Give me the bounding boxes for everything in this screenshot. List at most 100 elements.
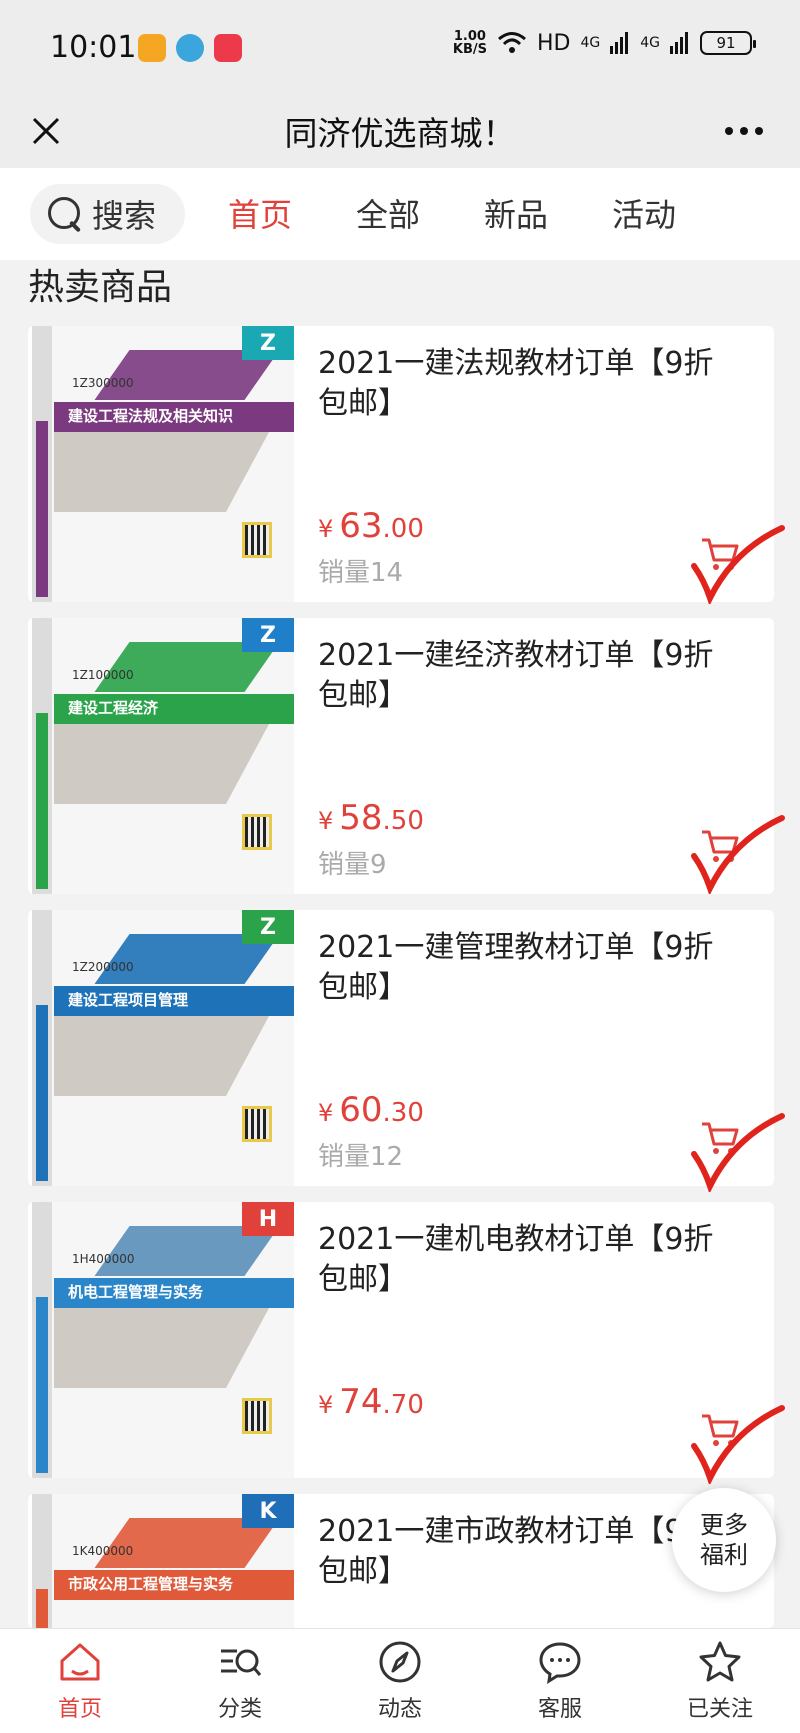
network-speed: 1.00 KB/S: [453, 30, 487, 56]
bottom-nav-label: 已关注: [686, 1697, 753, 1722]
section-title: 热卖商品: [28, 267, 173, 308]
bottom-nav-home[interactable]: 首页: [25, 1639, 135, 1723]
cover-spine-band: [36, 1297, 48, 1473]
product-cover[interactable]: H 1H400000 机电工程管理与实务: [32, 1202, 294, 1478]
product-card[interactable]: Z 1Z100000 建设工程经济 2021一建经济教材订单【9折包邮】 ¥58…: [28, 618, 774, 894]
tab-all[interactable]: 全部: [356, 190, 420, 236]
signal-icon: [610, 32, 629, 54]
product-card[interactable]: Z 1Z200000 建设工程项目管理 2021一建管理教材订单【9折包邮】 ¥…: [28, 910, 774, 1186]
cover-code: 1Z300000: [72, 376, 134, 390]
status-time: 10:01: [50, 30, 137, 65]
xiaohongshu-icon: [214, 34, 242, 62]
product-card[interactable]: H 1H400000 机电工程管理与实务 2021一建机电教材订单【9折包邮】 …: [28, 1202, 774, 1478]
cover-spine-band: [36, 1589, 48, 1628]
star-icon: [699, 1641, 741, 1682]
price-decimal: .70: [382, 1390, 424, 1420]
cover-letter: K: [242, 1494, 294, 1528]
home-icon: [60, 1643, 100, 1681]
price-decimal: .30: [382, 1098, 424, 1128]
tab-new[interactable]: 新品: [484, 190, 548, 236]
bottom-nav: 首页 分类 动态 客服 已关注: [0, 1628, 800, 1733]
bottom-nav-following[interactable]: 已关注: [665, 1639, 775, 1723]
product-cover[interactable]: Z 1Z300000 建设工程法规及相关知识: [32, 326, 294, 602]
check-mark-icon: [691, 1405, 785, 1484]
bottom-nav-label: 分类: [217, 1697, 262, 1722]
cover-title: 建设工程经济: [68, 699, 159, 717]
top-nav: 搜索 首页 全部 新品 活动: [0, 168, 800, 260]
search-button[interactable]: 搜索: [30, 184, 185, 244]
wifi-icon: [498, 32, 526, 53]
cover-spine-band: [36, 713, 48, 889]
price-decimal: .50: [382, 806, 424, 836]
more-benefits-line2: 福利: [700, 1541, 748, 1569]
product-price: ¥63.00: [318, 506, 424, 546]
more-button[interactable]: [714, 107, 774, 155]
qr-code: [242, 522, 272, 558]
product-name[interactable]: 2021一建市政教材订单【9折包邮】: [318, 1512, 718, 1592]
product-name[interactable]: 2021一建机电教材订单【9折包邮】: [318, 1220, 718, 1300]
cover-letter: Z: [242, 910, 294, 944]
cover-shape: [54, 1308, 269, 1388]
cover-title: 市政公用工程管理与实务: [68, 1575, 234, 1593]
more-benefits-line1: 更多: [700, 1511, 748, 1539]
product-sales: 销量14: [318, 558, 404, 588]
cover-letter: Z: [242, 326, 294, 360]
bottom-nav-category[interactable]: 分类: [185, 1639, 295, 1723]
signal-label-1: 4G: [580, 35, 601, 51]
product-name[interactable]: 2021一建经济教材订单【9折包邮】: [318, 636, 718, 716]
tab-home[interactable]: 首页: [228, 190, 292, 236]
currency-symbol: ¥: [318, 515, 334, 543]
compass-icon: [379, 1641, 421, 1683]
cover-code: 1Z200000: [72, 960, 134, 974]
price-decimal: .00: [382, 514, 424, 544]
price-integer: 63: [339, 506, 383, 546]
title-bar: 同济优选商城！: [0, 95, 800, 168]
price-integer: 74: [339, 1382, 383, 1422]
bottom-nav-feed[interactable]: 动态: [345, 1639, 455, 1723]
search-icon: [46, 195, 84, 233]
page-title: 同济优选商城！: [284, 114, 516, 153]
category-icon: [221, 1649, 262, 1676]
status-bar: 10:01 1.00 KB/S HD 4G 4G 91: [0, 0, 800, 95]
cover-spine-band: [36, 1005, 48, 1181]
check-mark-icon: [691, 815, 785, 894]
qr-code: [242, 814, 272, 850]
more-icon: [725, 127, 763, 135]
cover-title: 机电工程管理与实务: [68, 1283, 204, 1301]
cover-code: 1H400000: [72, 1252, 135, 1266]
product-name[interactable]: 2021一建管理教材订单【9折包邮】: [318, 928, 718, 1008]
bottom-nav-service[interactable]: 客服: [505, 1639, 615, 1723]
product-price: ¥60.30: [318, 1090, 424, 1130]
product-card[interactable]: Z 1Z300000 建设工程法规及相关知识 2021一建法规教材订单【9折包邮…: [28, 326, 774, 602]
weibo-icon: [138, 34, 166, 62]
currency-symbol: ¥: [318, 807, 334, 835]
product-sales: 销量9: [318, 850, 387, 880]
product-sales: 销量12: [318, 1142, 404, 1172]
product-name[interactable]: 2021一建法规教材订单【9折包邮】: [318, 344, 718, 424]
cover-letter: Z: [242, 618, 294, 652]
cover-code: 1K400000: [72, 1544, 134, 1558]
battery-icon: 91: [700, 31, 756, 55]
bottom-nav-label: 客服: [537, 1697, 582, 1722]
cover-title: 建设工程法规及相关知识: [68, 407, 234, 425]
cover-letter: H: [242, 1202, 294, 1236]
bottom-nav-label: 动态: [377, 1697, 422, 1722]
price-integer: 60: [339, 1090, 383, 1130]
status-right: 1.00 KB/S HD 4G 4G 91: [453, 30, 756, 56]
qr-code: [242, 1106, 272, 1142]
product-cover[interactable]: Z 1Z100000 建设工程经济: [32, 618, 294, 894]
signal-icon-2: [670, 32, 688, 54]
currency-symbol: ¥: [318, 1391, 334, 1419]
cover-shape: [54, 1016, 269, 1096]
currency-symbol: ¥: [318, 1099, 334, 1127]
signal-label-2: 4G: [640, 35, 660, 51]
product-cover[interactable]: K 1K400000 市政公用工程管理与实务: [32, 1494, 294, 1628]
tab-activity[interactable]: 活动: [612, 190, 676, 236]
speed-unit: KB/S: [452, 42, 487, 57]
product-card[interactable]: K 1K400000 市政公用工程管理与实务 2021一建市政教材订单【9折包邮…: [28, 1494, 774, 1628]
check-mark-icon: [691, 1113, 785, 1192]
search-label: 搜索: [92, 197, 157, 235]
product-price: ¥74.70: [318, 1382, 424, 1422]
more-benefits-button[interactable]: 更多 福利: [672, 1488, 776, 1592]
product-cover[interactable]: Z 1Z200000 建设工程项目管理: [32, 910, 294, 1186]
